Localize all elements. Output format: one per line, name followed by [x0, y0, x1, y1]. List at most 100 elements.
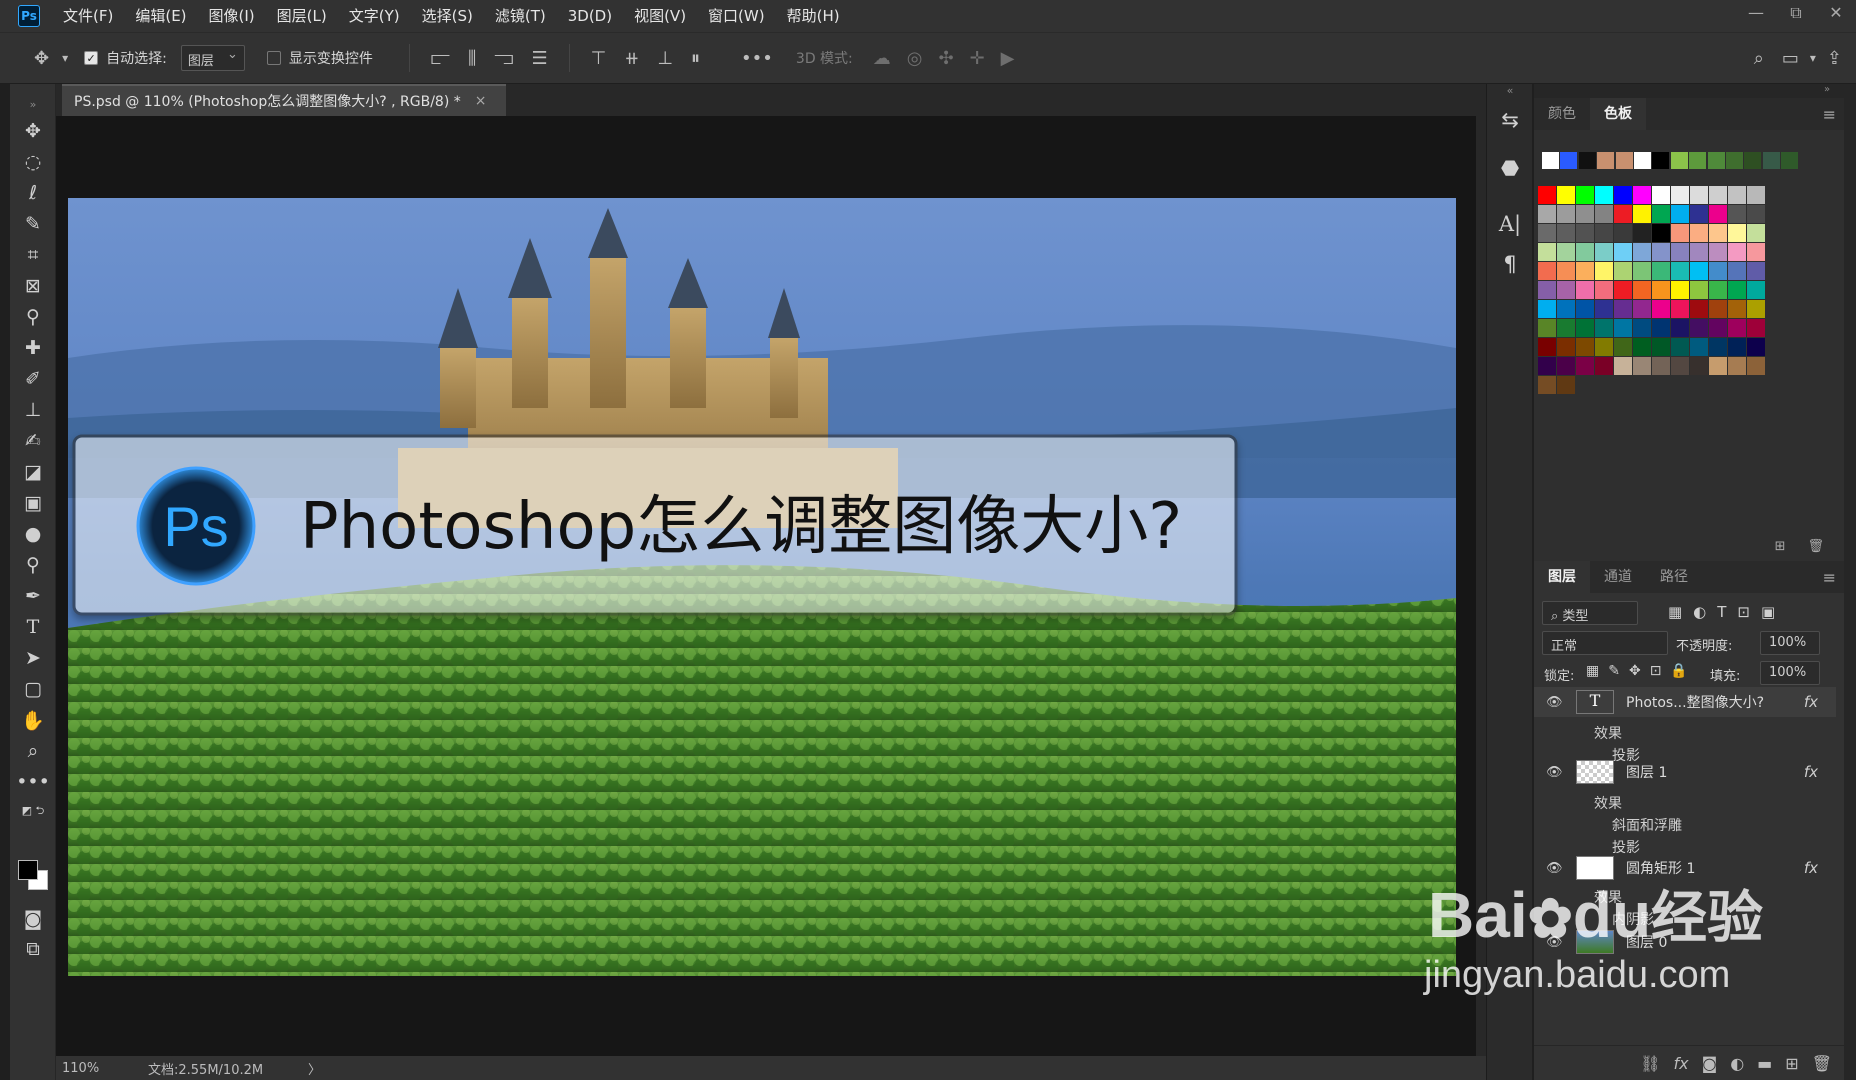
crop-icon[interactable]: ⌗ [10, 240, 56, 270]
align-vcenter-icon[interactable]: ⧺ [624, 48, 639, 69]
recent-swatch[interactable] [1542, 152, 1559, 169]
history-panel-icon[interactable]: ⇆ [1487, 108, 1533, 132]
recent-swatch[interactable] [1652, 152, 1670, 169]
color-swatch[interactable] [1747, 243, 1765, 261]
color-swatch[interactable] [1576, 186, 1594, 204]
color-swatch[interactable] [1576, 224, 1594, 242]
move-tool-preset-icon[interactable]: ✥ [34, 48, 49, 69]
layer-row-1[interactable]: 👁 图层 1 fx [1534, 757, 1836, 787]
recent-swatch[interactable] [1615, 152, 1633, 169]
canvas-image[interactable]: Ps Photoshop怎么调整图像大小? [68, 198, 1456, 976]
align-right-icon[interactable]: ⫎ [494, 48, 513, 69]
eraser-icon[interactable]: ◪ [10, 457, 56, 487]
color-swatch[interactable] [1557, 224, 1575, 242]
color-swatch[interactable] [1728, 357, 1746, 375]
color-swatch[interactable] [1538, 262, 1556, 280]
color-swatch[interactable] [1538, 186, 1556, 204]
effect-inner-shadow[interactable]: 内阴影 [1612, 909, 1654, 929]
color-swatch[interactable] [1728, 186, 1746, 204]
visibility-eye-icon[interactable]: 👁 [1546, 765, 1563, 780]
color-swatch[interactable] [1747, 357, 1765, 375]
color-swatch[interactable] [1671, 186, 1689, 204]
menu-edit[interactable]: 编辑(E) [124, 0, 197, 32]
photoshop-logo-icon[interactable]: Ps [18, 5, 40, 27]
color-swatch[interactable] [1595, 224, 1613, 242]
menu-image[interactable]: 图像(I) [198, 0, 266, 32]
align-hcenter-icon[interactable]: ⫼ [468, 48, 476, 69]
color-swatch[interactable] [1538, 338, 1556, 356]
layer-filter-icons[interactable]: ▦◐T⊡▣ [1668, 603, 1786, 621]
paragraph-panel-icon[interactable]: ¶ [1487, 252, 1533, 276]
color-swatch[interactable] [1709, 186, 1727, 204]
color-swatch[interactable] [1633, 186, 1651, 204]
hand-icon[interactable]: ✋ [10, 705, 56, 735]
color-swatch[interactable] [1747, 338, 1765, 356]
zoom-icon[interactable]: ⌕ [10, 736, 56, 766]
color-swatch[interactable] [1576, 300, 1594, 318]
quick-mask-icon[interactable]: ◙ [10, 904, 56, 934]
color-swatch[interactable] [1633, 262, 1651, 280]
color-swatch[interactable] [1557, 300, 1575, 318]
new-swatch-icon[interactable]: ⊞ [1775, 539, 1786, 554]
color-swatch[interactable] [1652, 300, 1670, 318]
color-swatch[interactable] [1633, 319, 1651, 337]
color-swatch[interactable] [1652, 243, 1670, 261]
color-swatch[interactable] [1652, 186, 1670, 204]
color-swatch[interactable] [1728, 300, 1746, 318]
effects-label[interactable]: 效果 [1594, 723, 1622, 743]
color-swatch[interactable] [1709, 357, 1727, 375]
color-swatch[interactable] [1709, 205, 1727, 223]
layer-row-0[interactable]: 👁 图层 0 [1534, 927, 1836, 957]
color-swatch[interactable] [1671, 281, 1689, 299]
color-swatch[interactable] [1690, 186, 1708, 204]
layer-filter-dropdown[interactable]: ⌕ 类型 [1542, 601, 1638, 625]
3d-orbit-icon[interactable]: ☁ [873, 48, 891, 69]
color-swatch[interactable] [1690, 224, 1708, 242]
color-swatch[interactable] [1709, 262, 1727, 280]
align-left-icon[interactable]: ⫍ [431, 48, 450, 69]
more-tools-icon[interactable]: ••• [10, 767, 56, 797]
auto-select-target-dropdown[interactable]: 图层 [180, 45, 245, 71]
collapse-panels-icon[interactable]: » [1534, 84, 1844, 98]
color-swatch[interactable] [1614, 300, 1632, 318]
color-swatch[interactable] [1557, 376, 1575, 394]
color-swatch[interactable] [1576, 262, 1594, 280]
color-swatch[interactable] [1709, 338, 1727, 356]
color-swatch[interactable] [1690, 281, 1708, 299]
color-swatch[interactable] [1633, 243, 1651, 261]
color-swatch[interactable] [1614, 262, 1632, 280]
align-bottom-icon[interactable]: ⊥ [657, 48, 673, 69]
color-swatch[interactable] [1557, 205, 1575, 223]
color-swatch[interactable] [1576, 357, 1594, 375]
move-icon[interactable]: ✥ [10, 116, 56, 146]
color-swatch[interactable] [1652, 338, 1670, 356]
panel-menu-icon[interactable]: ≡ [1823, 105, 1836, 124]
color-swatch[interactable] [1538, 357, 1556, 375]
foreground-color-swatch[interactable] [18, 860, 38, 880]
align-top-icon[interactable]: ⊤ [591, 48, 607, 69]
3d-panel-icon[interactable]: ⬣ [1487, 156, 1533, 180]
zoom-level[interactable]: 110% [62, 1061, 142, 1076]
color-swatch[interactable] [1538, 319, 1556, 337]
color-swatch[interactable] [1728, 243, 1746, 261]
color-swatch[interactable] [1595, 338, 1613, 356]
eyedropper-icon[interactable]: ⚲ [10, 302, 56, 332]
color-swatch[interactable] [1728, 205, 1746, 223]
color-swatch[interactable] [1671, 243, 1689, 261]
recent-swatch[interactable] [1726, 152, 1743, 169]
color-swatch[interactable] [1728, 224, 1746, 242]
color-swatch[interactable] [1747, 224, 1765, 242]
color-swatch[interactable] [1595, 186, 1613, 204]
color-swatch[interactable] [1709, 243, 1727, 261]
color-swatch[interactable] [1614, 186, 1632, 204]
color-swatch[interactable] [1747, 281, 1765, 299]
color-swatch[interactable] [1557, 357, 1575, 375]
color-swatch[interactable] [1576, 338, 1594, 356]
color-swatch[interactable] [1690, 262, 1708, 280]
history-brush-icon[interactable]: ✍ [10, 426, 56, 456]
visibility-eye-icon[interactable]: 👁 [1546, 935, 1563, 950]
menu-3d[interactable]: 3D(D) [557, 0, 623, 32]
color-swatch[interactable] [1671, 338, 1689, 356]
opacity-field[interactable]: 100% [1760, 631, 1820, 655]
effects-label[interactable]: 效果 [1594, 793, 1622, 813]
